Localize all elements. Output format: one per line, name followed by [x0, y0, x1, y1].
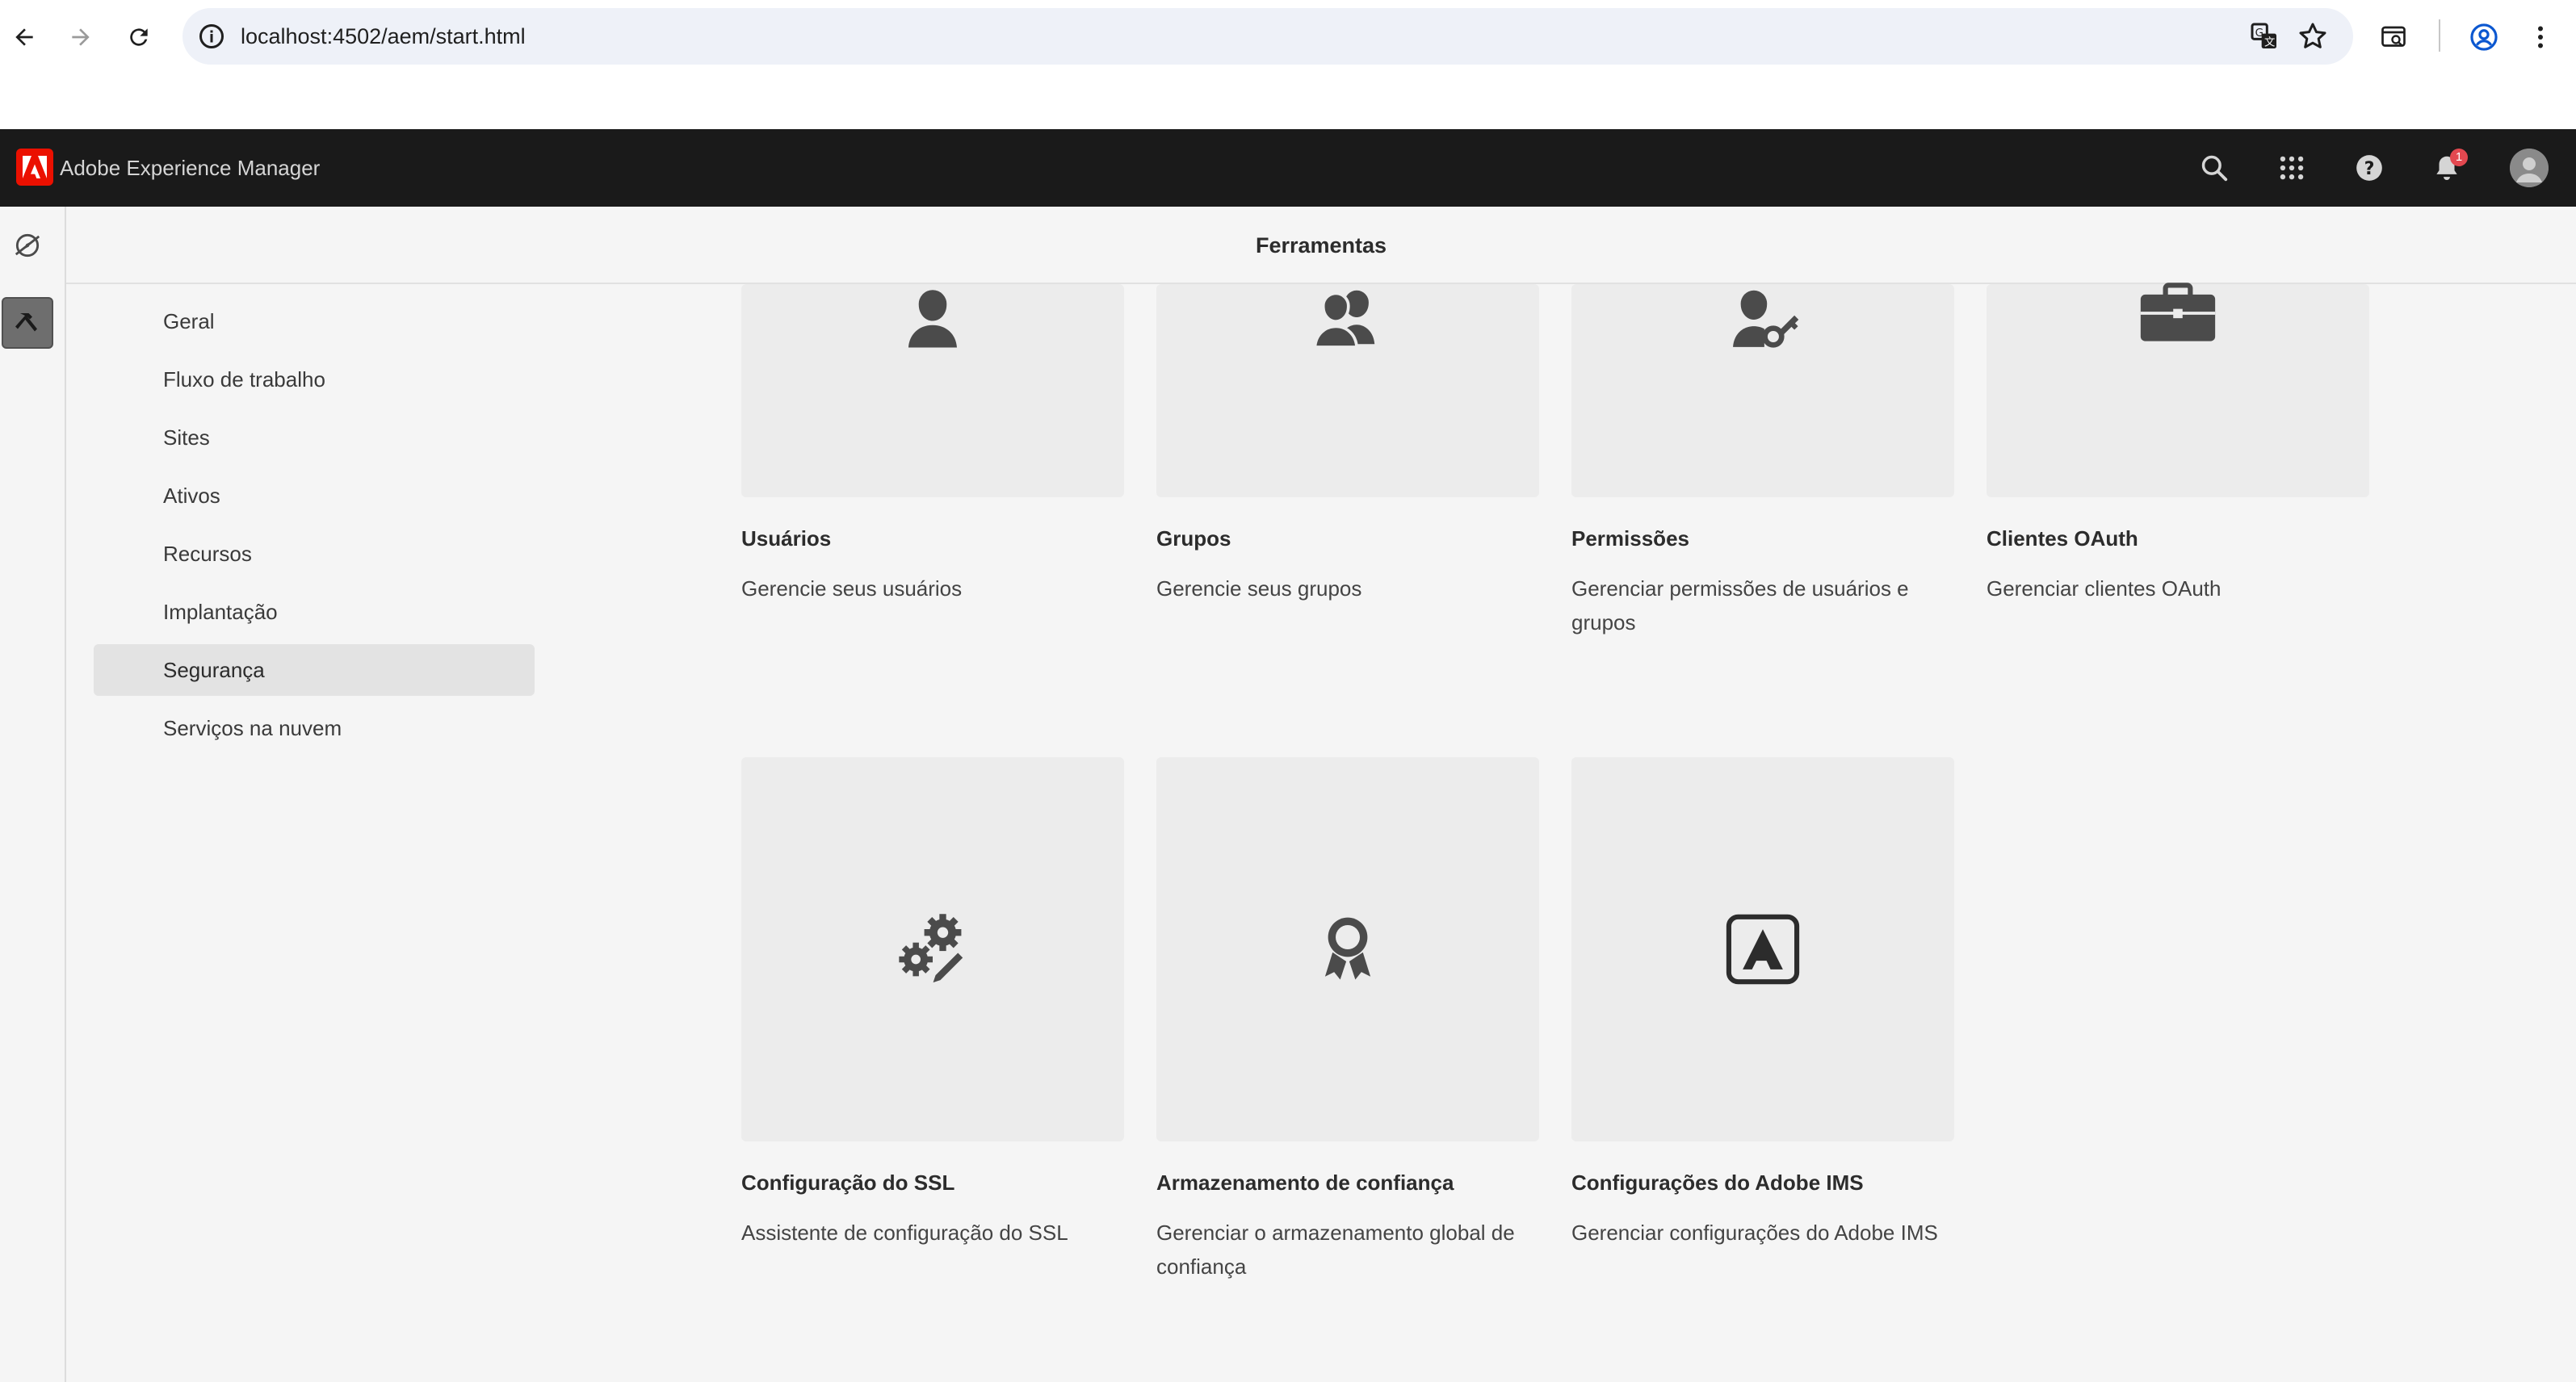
card-title[interactable]: Permissões: [1571, 526, 1689, 551]
site-info-icon[interactable]: [197, 22, 226, 51]
card-thumbnail[interactable]: [1987, 283, 2369, 497]
page-title: Ferramentas: [1255, 233, 1387, 258]
sidebar-item-seguranca[interactable]: Segurança: [94, 644, 535, 696]
url-text[interactable]: localhost:4502/aem/start.html: [241, 8, 526, 65]
app-title[interactable]: Adobe Experience Manager: [60, 129, 320, 207]
sidebar-item-sites[interactable]: Sites: [94, 412, 535, 463]
bookmark-star-icon[interactable]: [2297, 20, 2329, 52]
adobe-logo-icon: [1726, 914, 1800, 985]
card-thumbnail[interactable]: [1571, 757, 1954, 1141]
sidebar-item-fluxo-de-trabalho[interactable]: Fluxo de trabalho: [94, 354, 535, 405]
tab-search-button[interactable]: [2371, 15, 2416, 60]
card-title[interactable]: Configurações do Adobe IMS: [1571, 1171, 1864, 1196]
sidebar-item-ativos[interactable]: Ativos: [94, 470, 535, 521]
browser-menu-button[interactable]: [2518, 15, 2563, 60]
reload-button[interactable]: [116, 15, 162, 60]
sidebar-item-recursos[interactable]: Recursos: [94, 528, 535, 580]
solutions-button[interactable]: [2272, 149, 2311, 187]
card-thumbnail[interactable]: [1156, 284, 1539, 497]
compass-slash-icon: [15, 233, 40, 258]
arrow-right-icon: [72, 28, 90, 46]
svg-text:?: ?: [2364, 158, 2375, 179]
card-description: Gerencie seus usuários: [741, 576, 963, 601]
arrow-left-icon: [15, 28, 33, 46]
apps-grid-icon: [2280, 156, 2304, 180]
profile-button[interactable]: [2461, 15, 2507, 60]
svg-text:文: 文: [2264, 36, 2275, 49]
briefcase-icon: [2140, 283, 2216, 341]
left-rail: [0, 207, 66, 1382]
card-description: Gerenciar permissões de usuários e grupo…: [1571, 576, 1909, 634]
main-content: Ferramentas Geral Fluxo de trabalho Site…: [66, 207, 2576, 1382]
adobe-logo-icon: [23, 156, 47, 178]
sidebar-item-geral[interactable]: Geral: [94, 295, 535, 347]
card-description: Assistente de configuração do SSL: [741, 1221, 1068, 1245]
back-button[interactable]: [2, 15, 47, 60]
more-vert-icon: [2538, 26, 2543, 48]
profile-icon: [2470, 23, 2498, 51]
reload-icon: [130, 28, 148, 46]
search-icon: [2201, 155, 2228, 182]
users-group-icon: [1313, 290, 1375, 349]
user-icon: [908, 290, 957, 348]
card-title[interactable]: Grupos: [1156, 526, 1231, 551]
gears-pencil-icon: [899, 914, 967, 987]
search-button[interactable]: [2195, 149, 2234, 187]
card-thumbnail[interactable]: [1571, 284, 1954, 497]
card-title[interactable]: Usuários: [741, 526, 831, 551]
help-button[interactable]: ?: [2350, 149, 2389, 187]
notification-badge: 1: [2450, 149, 2468, 166]
sidebar-item-implantacao[interactable]: Implantação: [94, 586, 535, 638]
card-thumbnail[interactable]: [1156, 757, 1539, 1141]
card-thumbnail[interactable]: [741, 284, 1124, 497]
ribbon-award-icon: [1324, 917, 1371, 980]
user-avatar-button[interactable]: [2510, 149, 2549, 187]
notifications-button[interactable]: 1: [2427, 149, 2468, 187]
adobe-logo-button[interactable]: [16, 149, 53, 186]
address-bar[interactable]: localhost:4502/aem/start.html G文: [183, 8, 2353, 65]
avatar-icon: [2510, 149, 2549, 187]
forward-button[interactable]: [58, 15, 103, 60]
user-key-icon: [1733, 290, 1799, 348]
sidebar-item-servicos-na-nuvem[interactable]: Serviços na nuvem: [94, 702, 535, 754]
card-title[interactable]: Armazenamento de confiança: [1156, 1171, 1454, 1196]
card-title[interactable]: Clientes OAuth: [1987, 526, 2138, 551]
tools-category-nav: Geral Fluxo de trabalho Sites Ativos Rec…: [94, 295, 535, 760]
translate-icon[interactable]: G文: [2248, 20, 2280, 52]
card-title[interactable]: Configuração do SSL: [741, 1171, 954, 1196]
tab-search-icon: [2381, 26, 2406, 47]
card-thumbnail[interactable]: [741, 757, 1124, 1141]
hammer-icon: [15, 313, 37, 332]
rail-tools-button[interactable]: [2, 297, 53, 349]
card-description: Gerenciar configurações do Adobe IMS: [1571, 1221, 1938, 1245]
card-description: Gerencie seus grupos: [1156, 576, 1362, 601]
card-description: Gerenciar o armazenamento global de conf…: [1156, 1221, 1515, 1279]
card-description: Gerenciar clientes OAuth: [1987, 576, 2221, 601]
title-bar: Ferramentas: [66, 207, 2576, 284]
toolbar-separator: [2439, 19, 2440, 52]
aem-shell-header: Adobe Experience Manager ? 1: [0, 129, 2576, 207]
browser-toolbar: localhost:4502/aem/start.html G文: [0, 0, 2576, 73]
help-icon: ?: [2356, 155, 2382, 181]
rail-navigation-toggle[interactable]: [2, 220, 53, 271]
